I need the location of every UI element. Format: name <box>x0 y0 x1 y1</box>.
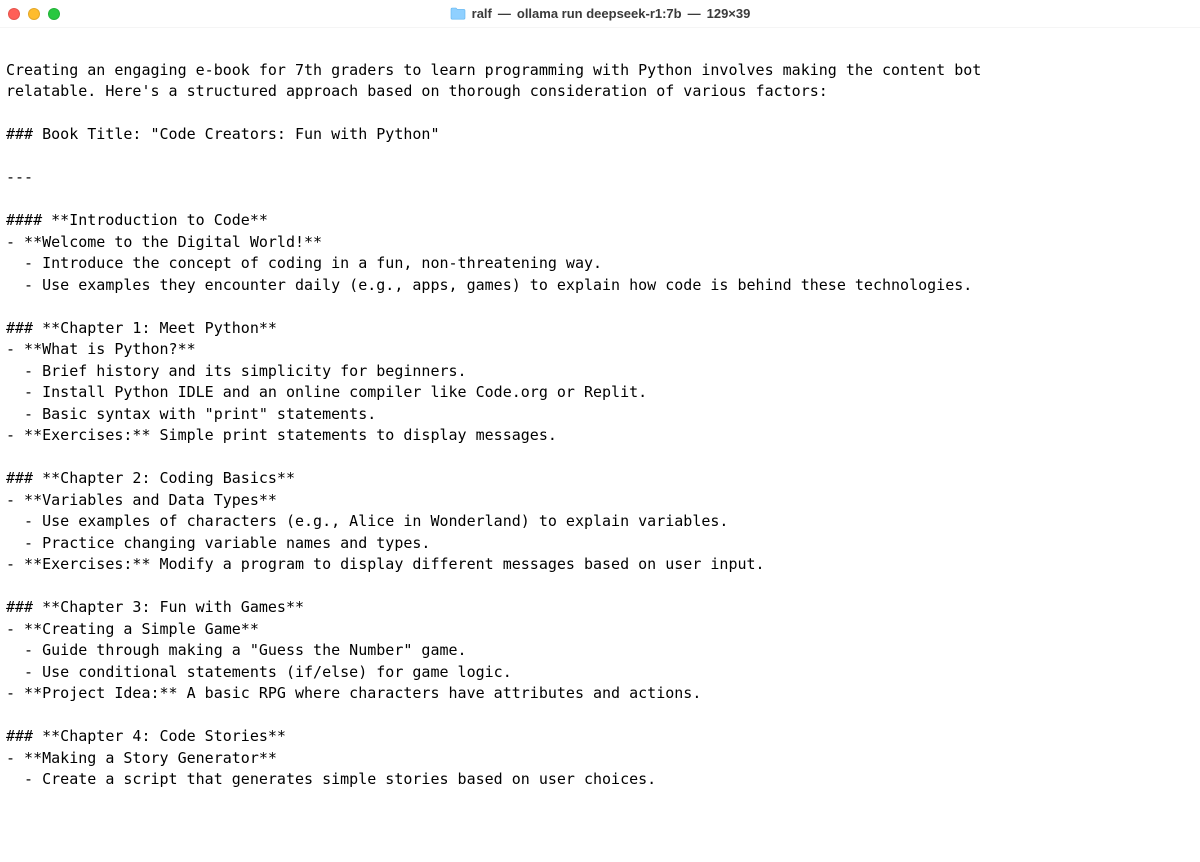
terminal-output[interactable]: Creating an engaging e-book for 7th grad… <box>0 28 1200 862</box>
maximize-button[interactable] <box>48 8 60 20</box>
title-dimensions: 129×39 <box>707 6 751 21</box>
title-process: ollama run deepseek-r1:7b <box>517 6 682 21</box>
window-titlebar: ralf — ollama run deepseek-r1:7b — 129×3… <box>0 0 1200 28</box>
folder-icon <box>450 7 466 20</box>
window-title: ralf — ollama run deepseek-r1:7b — 129×3… <box>0 6 1200 21</box>
traffic-lights <box>8 8 60 20</box>
close-button[interactable] <box>8 8 20 20</box>
minimize-button[interactable] <box>28 8 40 20</box>
title-sep-2: — <box>688 6 701 21</box>
title-sep-1: — <box>498 6 511 21</box>
title-folder: ralf <box>472 6 492 21</box>
